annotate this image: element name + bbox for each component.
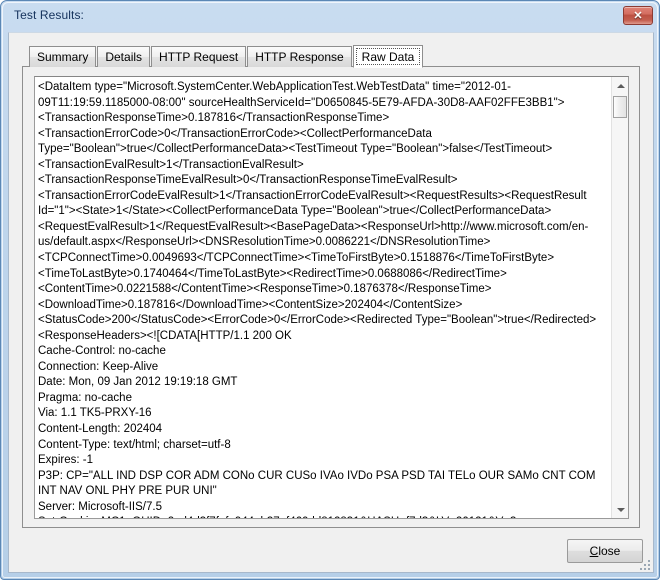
scroll-down-arrow-icon bbox=[616, 507, 625, 512]
tab-label: Raw Data bbox=[361, 49, 415, 64]
tab-summary[interactable]: Summary bbox=[29, 46, 97, 67]
scroll-up-button[interactable] bbox=[612, 77, 628, 94]
close-button[interactable]: Close bbox=[567, 539, 643, 563]
scroll-down-button[interactable] bbox=[612, 501, 628, 518]
window-title: Test Results: bbox=[14, 8, 84, 22]
tab-http-response[interactable]: HTTP Response bbox=[247, 46, 352, 67]
tab-page-raw-data: <DataItem type="Microsoft.SystemCenter.W… bbox=[22, 66, 640, 528]
dialog-window: Test Results: ✕ Summary Details HTTP Req… bbox=[0, 0, 660, 580]
resize-grip[interactable] bbox=[638, 558, 650, 570]
close-button-label: lose bbox=[598, 544, 621, 558]
close-button-accesskey: C bbox=[589, 544, 599, 558]
title-bar[interactable]: Test Results: ✕ bbox=[1, 1, 659, 32]
tab-label: HTTP Request bbox=[159, 50, 239, 64]
vertical-scrollbar[interactable] bbox=[611, 77, 628, 518]
tab-raw-data[interactable]: Raw Data bbox=[352, 45, 424, 68]
close-icon: ✕ bbox=[633, 10, 643, 22]
tab-http-request[interactable]: HTTP Request bbox=[151, 46, 247, 67]
window-close-button[interactable]: ✕ bbox=[623, 6, 653, 25]
tab-label: HTTP Response bbox=[255, 50, 344, 64]
dialog-client-area: Summary Details HTTP Request HTTP Respon… bbox=[8, 32, 654, 573]
tab-strip: Summary Details HTTP Request HTTP Respon… bbox=[29, 44, 424, 68]
tab-label: Summary bbox=[37, 50, 89, 64]
raw-data-text: <DataItem type="Microsoft.SystemCenter.W… bbox=[38, 81, 597, 518]
scrollbar-thumb[interactable] bbox=[613, 96, 627, 118]
raw-data-text-viewport: <DataItem type="Microsoft.SystemCenter.W… bbox=[35, 77, 613, 518]
tab-label: Details bbox=[105, 50, 143, 64]
tab-details[interactable]: Details bbox=[97, 46, 151, 67]
scroll-up-arrow-icon bbox=[616, 83, 625, 88]
raw-data-textbox[interactable]: <DataItem type="Microsoft.SystemCenter.W… bbox=[34, 76, 629, 519]
